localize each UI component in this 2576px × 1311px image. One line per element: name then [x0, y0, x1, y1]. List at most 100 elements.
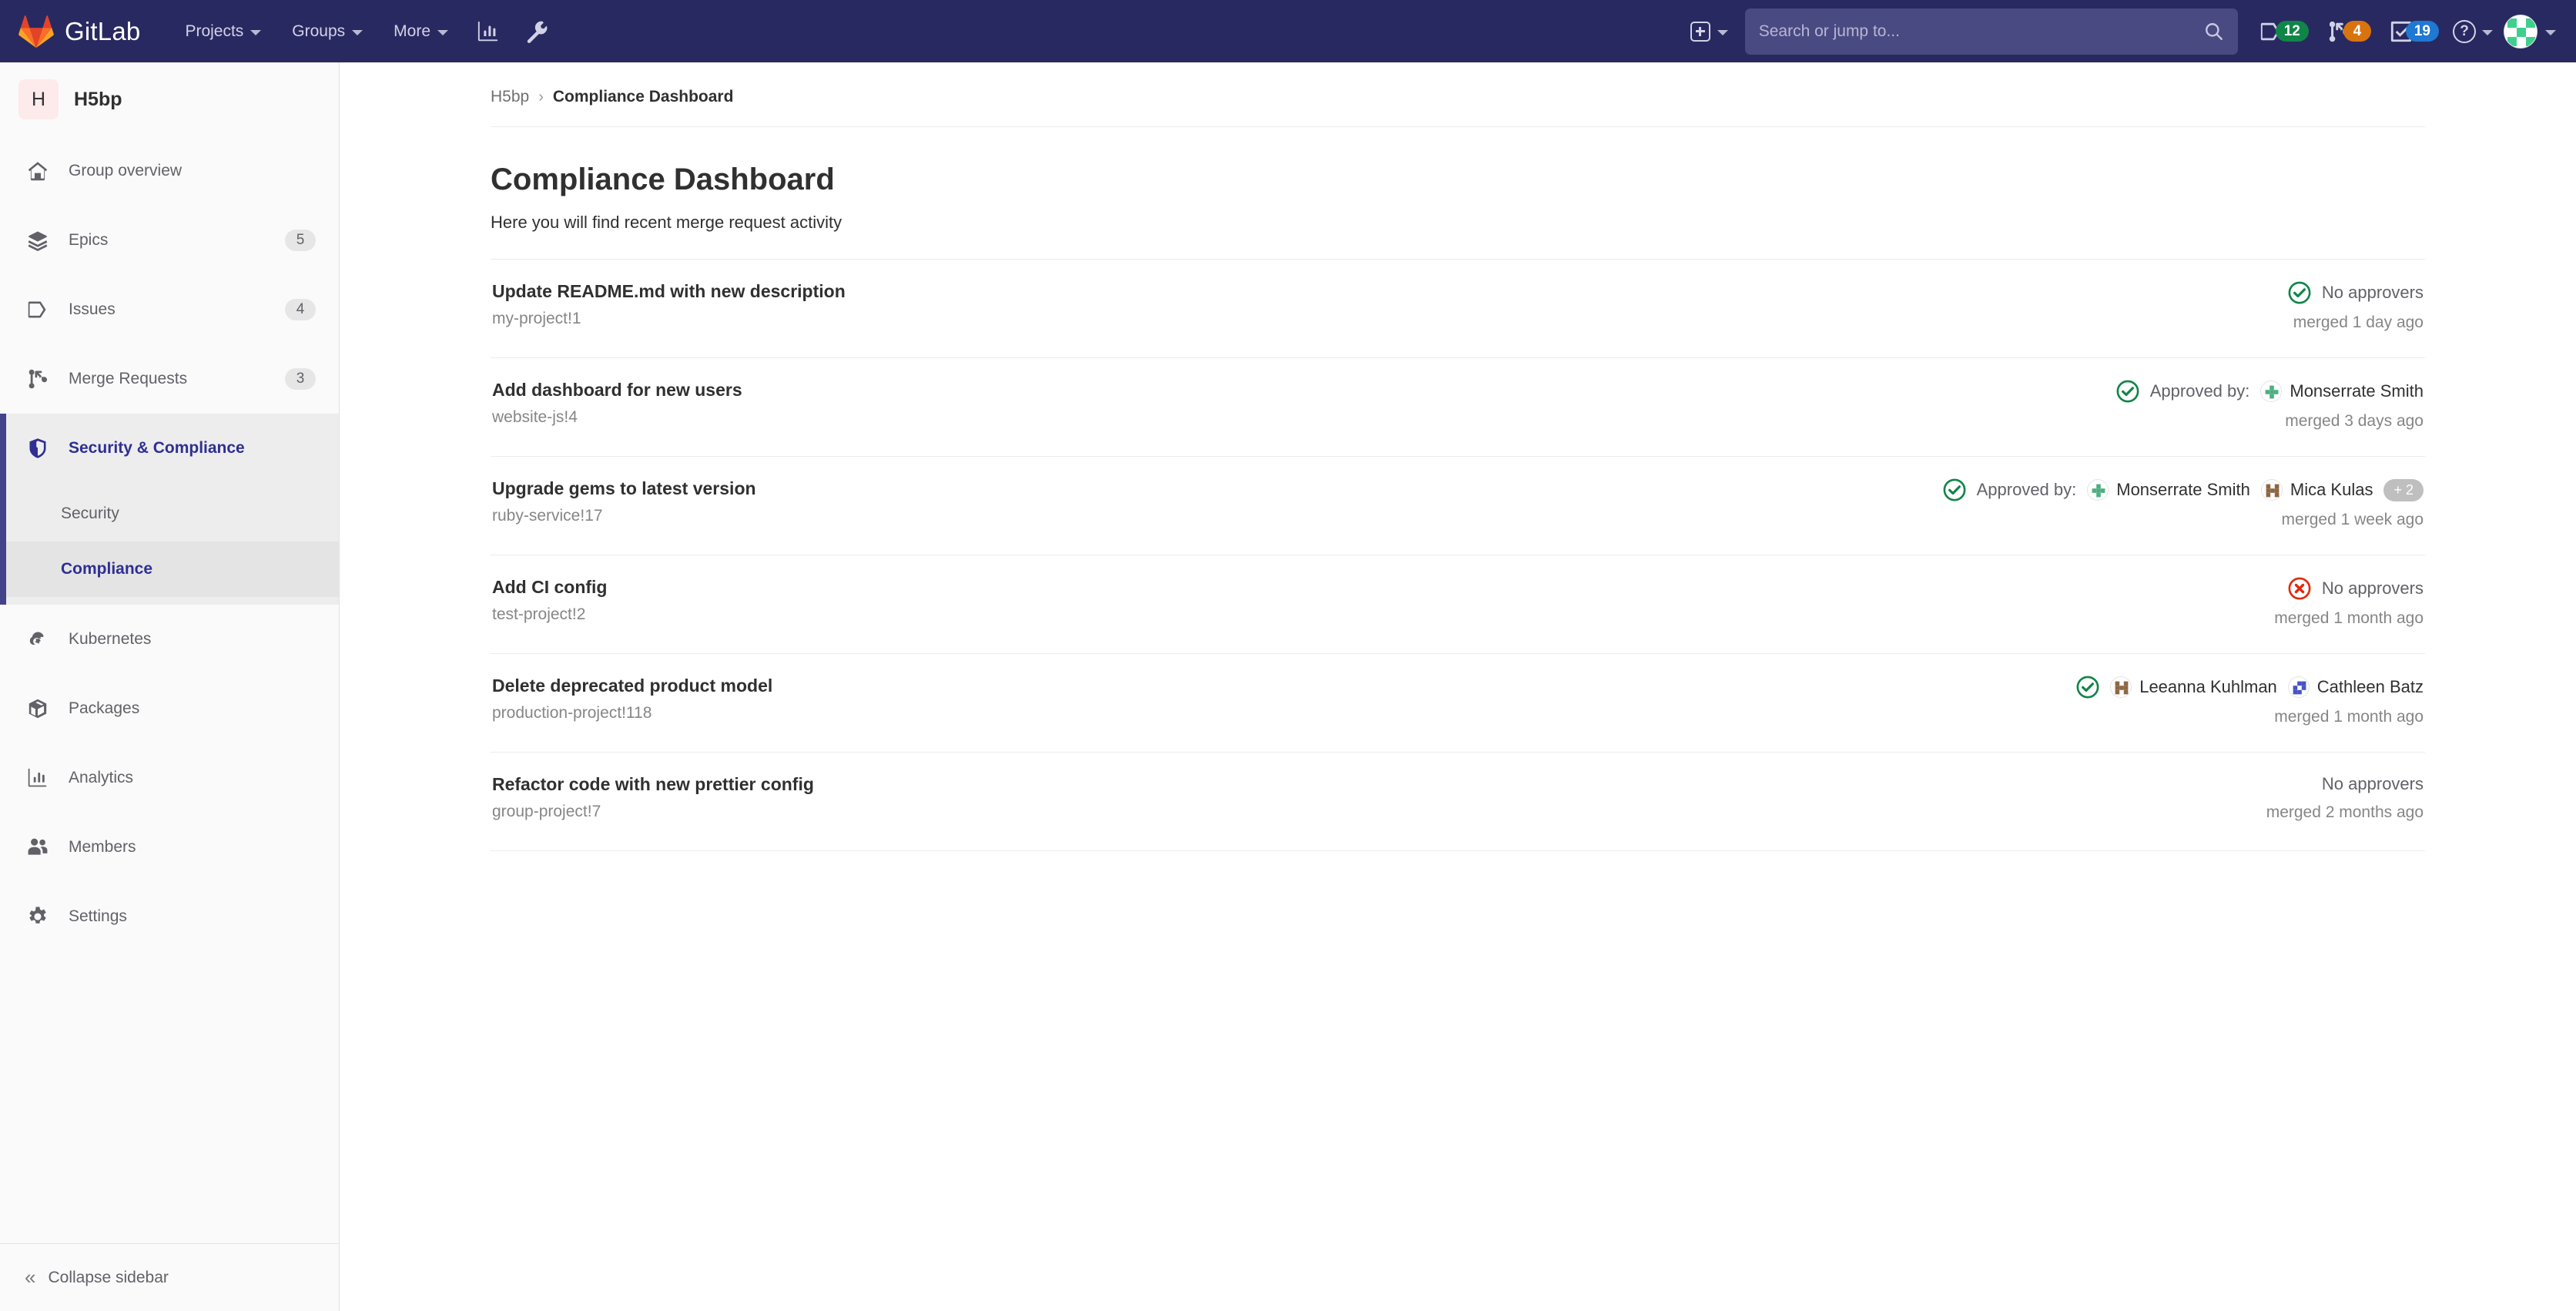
chevron-down-icon [352, 30, 363, 35]
approver[interactable]: Cathleen Batz [2288, 676, 2424, 698]
merged-timestamp: merged 1 day ago [2293, 314, 2424, 332]
merge-request-row[interactable]: Update README.md with new description my-… [491, 260, 2425, 358]
merge-request-row[interactable]: Add dashboard for new userswebsite-js!4 … [491, 358, 2425, 457]
sidebar-item-label: Settings [69, 907, 316, 926]
sidebar-item-label: Security & Compliance [69, 439, 316, 458]
merged-timestamp: merged 2 months ago [2266, 803, 2424, 822]
approver[interactable]: Monserrate Smith [2260, 381, 2424, 402]
sidebar-item-issues[interactable]: Issues 4 [0, 275, 339, 344]
user-menu-button[interactable] [2504, 15, 2556, 49]
sidebar-item-kubernetes[interactable]: Kubernetes [0, 605, 339, 674]
group-context-header[interactable]: H H5bp [0, 62, 339, 136]
issues-icon [27, 299, 53, 320]
analytics-icon [27, 767, 53, 789]
merge-request-title[interactable]: Add CI config [492, 577, 607, 598]
approver[interactable]: Leeanna Kuhlman [2110, 676, 2277, 698]
merge-request-reference: group-project!7 [492, 803, 814, 821]
merge-request-title[interactable]: Delete deprecated product model [492, 676, 772, 696]
nav-groups-label: Groups [292, 0, 345, 62]
status-success-icon [1943, 478, 1966, 501]
merge-request-info: Add dashboard for new userswebsite-js!4 [492, 378, 742, 427]
additional-approvers-badge[interactable]: + 2 [2383, 479, 2424, 501]
sidebar-item-count: 3 [285, 368, 316, 390]
approvals-group: Approved by:Monserrate Smith [2116, 380, 2424, 403]
approvals-group: No approvers [2288, 281, 2424, 304]
avatar [2504, 15, 2537, 49]
sidebar-item-label: Kubernetes [69, 630, 316, 649]
avatar [2110, 676, 2132, 698]
merge-request-row[interactable]: Delete deprecated product modelproductio… [491, 654, 2425, 753]
nav-projects-label: Projects [185, 0, 243, 62]
no-approvers-label: No approvers [2322, 283, 2424, 303]
sidebar-item-packages[interactable]: Packages [0, 674, 339, 743]
merge-request-icon [27, 368, 53, 390]
merge-request-title[interactable]: Refactor code with new prettier config [492, 774, 814, 795]
status-failed-icon [2288, 577, 2311, 600]
status-success-icon [2076, 676, 2099, 699]
sidebar-subitem-label: Compliance [61, 560, 152, 578]
sidebar-item-members[interactable]: Members [0, 813, 339, 882]
sidebar-item-count: 4 [285, 299, 316, 320]
sidebar-nav-list: Group overview Epics 5 Issues 4 Merge Re… [0, 136, 339, 483]
approver-name: Cathleen Batz [2317, 677, 2424, 697]
todos-counter[interactable]: 19 [2385, 10, 2444, 53]
merge-request-row[interactable]: Add CI configtest-project!2 No approvers… [491, 555, 2425, 654]
merge-request-status: Approved by: Monserrate Smith Mica Kulas + … [1943, 477, 2424, 529]
approver[interactable]: Mica Kulas [2261, 479, 2373, 501]
group-avatar: H [18, 79, 59, 119]
breadcrumb-current[interactable]: Compliance Dashboard [553, 88, 734, 106]
sidebar-item-merge-requests[interactable]: Merge Requests 3 [0, 344, 339, 414]
chevron-down-icon [2545, 30, 2556, 35]
sidebar-item-settings[interactable]: Settings [0, 882, 339, 951]
breadcrumb-group-link[interactable]: H5bp [491, 88, 529, 106]
sidebar-subitem-compliance[interactable]: Compliance [6, 542, 339, 597]
search-icon [2204, 22, 2224, 42]
sidebar-item-group-overview[interactable]: Group overview [0, 136, 339, 206]
merge-request-title[interactable]: Upgrade gems to latest version [492, 478, 756, 499]
approvals-group: Approved by: Monserrate Smith Mica Kulas + … [1943, 478, 2424, 501]
avatar [2087, 479, 2109, 501]
gitlab-logo-icon [18, 14, 54, 49]
status-success-icon [2288, 281, 2311, 304]
help-menu-button[interactable]: ? [2453, 20, 2493, 43]
merge-request-list: Update README.md with new description my-… [491, 259, 2425, 851]
merge-request-info: Delete deprecated product modelproductio… [492, 674, 772, 723]
approvals-group: Leeanna Kuhlman Cathleen Batz [2076, 676, 2424, 699]
approved-by-label: Approved by: [1977, 480, 2077, 500]
shield-icon [27, 438, 53, 459]
no-approvers-label: No approvers [2322, 578, 2424, 598]
analytics-icon[interactable] [467, 10, 510, 53]
search-box[interactable] [1745, 8, 2238, 55]
question-mark-icon: ? [2453, 20, 2476, 43]
create-new-button[interactable] [1681, 22, 1737, 42]
plus-icon [1690, 22, 1710, 42]
sidebar-item-epics[interactable]: Epics 5 [0, 206, 339, 275]
top-navigation-bar: GitLab Projects Groups More 12 4 19 [0, 0, 2576, 62]
sidebar-item-label: Merge Requests [69, 370, 285, 388]
search-input[interactable] [1759, 22, 2204, 41]
wrench-icon[interactable] [516, 10, 559, 53]
merge-request-info: Add CI configtest-project!2 [492, 575, 607, 624]
sidebar-subitem-security[interactable]: Security [6, 486, 339, 542]
merge-request-row[interactable]: Upgrade gems to latest versionruby-servi… [491, 457, 2425, 555]
sidebar-item-security-and-compliance[interactable]: Security & Compliance [0, 414, 339, 483]
issues-counter[interactable]: 12 [2255, 10, 2313, 53]
merge-request-status: No approversmerged 2 months ago [2266, 773, 2424, 822]
merge-request-title[interactable]: Add dashboard for new users [492, 380, 742, 401]
nav-projects[interactable]: Projects [169, 0, 276, 62]
sidebar-item-analytics[interactable]: Analytics [0, 743, 339, 813]
gitlab-home-link[interactable]: GitLab [18, 14, 140, 49]
merge-request-row[interactable]: Refactor code with new prettier config gr… [491, 753, 2425, 851]
collapse-sidebar-button[interactable]: « Collapse sidebar [0, 1243, 339, 1311]
merge-request-reference: my-project!1 [492, 310, 846, 328]
sidebar: H H5bp Group overview Epics 5 Issues 4 [0, 62, 340, 1311]
nav-groups[interactable]: Groups [276, 0, 378, 62]
approver[interactable]: Monserrate Smith [2087, 479, 2250, 501]
nav-more[interactable]: More [378, 0, 464, 62]
merge-request-status: Approved by:Monserrate Smithmerged 3 day… [2116, 378, 2424, 431]
group-name: H5bp [74, 89, 122, 111]
status-success-icon [2116, 380, 2139, 403]
merge-request-title[interactable]: Update README.md with new description [492, 281, 846, 302]
merged-timestamp: merged 1 week ago [2282, 511, 2424, 529]
merge-requests-counter[interactable]: 4 [2323, 10, 2376, 53]
